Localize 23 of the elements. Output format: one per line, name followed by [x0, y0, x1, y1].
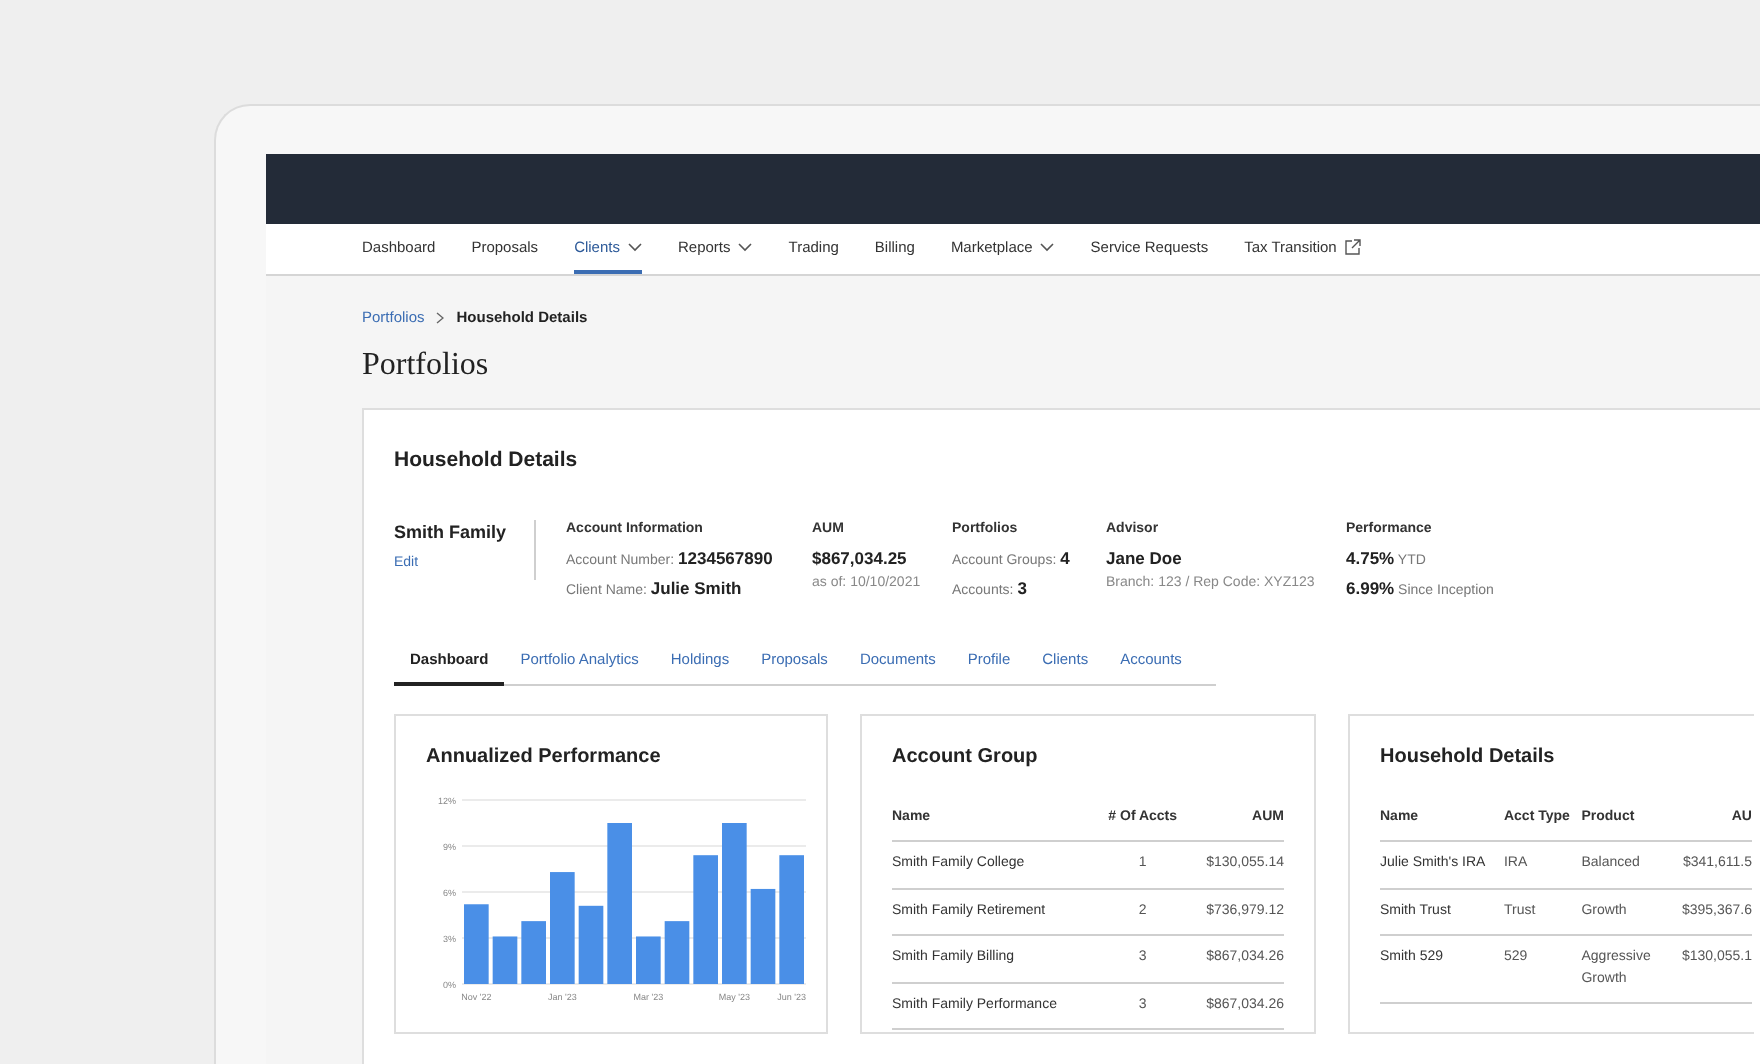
panel-title: Account Group — [892, 743, 1040, 772]
bar — [664, 920, 690, 984]
panel-title: Household Details — [1380, 743, 1557, 772]
external-link-icon — [1344, 238, 1363, 256]
chevron-down-icon — [738, 242, 753, 252]
chevron-down-icon — [628, 242, 642, 252]
bar — [464, 903, 489, 984]
bar — [492, 935, 518, 984]
bar — [750, 888, 776, 984]
bar — [578, 905, 604, 984]
page-title: Portfolios — [362, 346, 491, 387]
bar — [636, 935, 661, 984]
info-value: Jane Doe — [1106, 545, 1184, 571]
bar — [693, 854, 718, 984]
bar — [521, 920, 546, 984]
bar — [550, 871, 575, 984]
household-name: Smith Family — [394, 520, 509, 546]
panel-title: Annualized Performance — [426, 743, 663, 772]
chevron-down-icon — [1040, 242, 1055, 252]
bar — [779, 854, 804, 984]
info-value: $867,034.25 — [812, 545, 909, 571]
chevron-right-icon — [436, 311, 445, 324]
card-title: Household Details — [394, 446, 580, 477]
